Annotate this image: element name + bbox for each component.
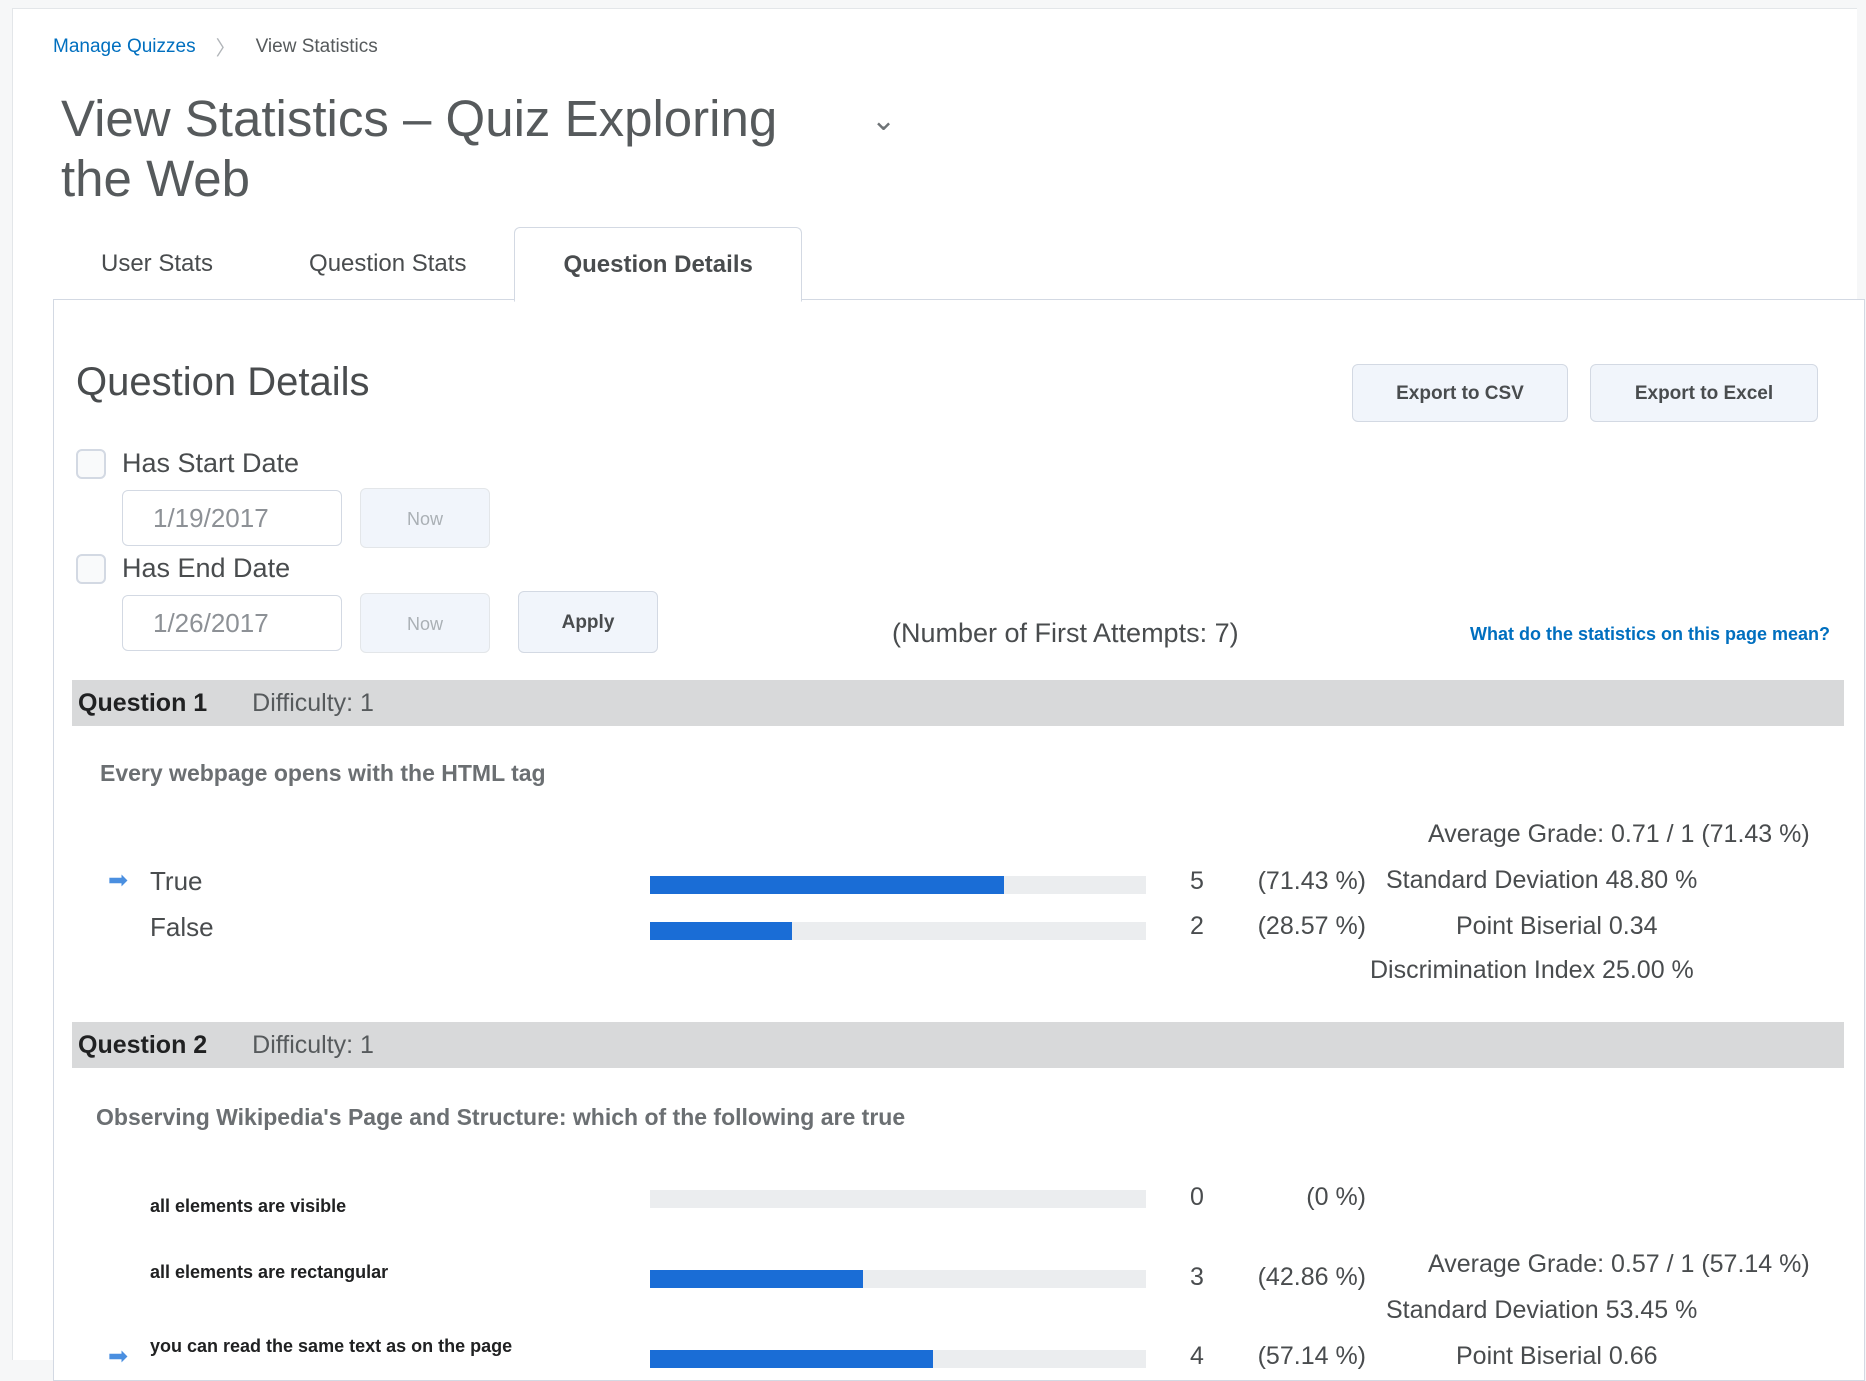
question-header: Question 1 Difficulty: 1 [72,680,1844,726]
breadcrumb-current: View Statistics [255,35,378,57]
point-biserial: Point Biserial 0.66 [1456,1342,1658,1370]
end-date-input[interactable]: 1/26/2017 [122,595,342,651]
tab-question-stats[interactable]: Question Stats [261,227,514,301]
answer-count: 0 [1190,1183,1204,1211]
answer-label: False [150,912,214,942]
answer-bar-fill [650,876,1005,894]
question-difficulty: Difficulty: 1 [252,689,374,717]
page-frame: Manage Quizzes 〉 View Statistics View St… [12,8,1865,1381]
end-date-now-button[interactable]: Now [360,593,490,653]
standard-deviation: Standard Deviation 48.80 % [1386,866,1698,894]
tab-panel: Question Details Export to CSV Export to… [53,299,1865,1381]
answer-count: 2 [1190,912,1204,940]
arrow-right-icon: ➡ [108,1343,129,1370]
answer-label: you can read the same text as on the pag… [150,1336,513,1356]
start-date-input[interactable]: 1/19/2017 [122,490,342,546]
tab-user-stats[interactable]: User Stats [53,227,261,301]
breadcrumb: Manage Quizzes 〉 View Statistics [53,32,378,61]
has-start-date-checkbox[interactable] [76,448,106,479]
export-excel-button[interactable]: Export to Excel [1590,364,1818,422]
answer-percent: (71.43 %) [1257,867,1366,895]
question-number: Question 1 [78,689,208,717]
end-date-row: Has End Date [76,553,290,584]
apply-button[interactable]: Apply [518,591,658,653]
answer-bar [650,1190,1146,1208]
statistics-help-link[interactable]: What do the statistics on this page mean… [1470,624,1830,645]
standard-deviation: Standard Deviation 53.45 % [1386,1296,1698,1324]
breadcrumb-manage-quizzes[interactable]: Manage Quizzes [53,36,196,58]
average-grade: Average Grade: 0.57 / 1 (57.14 %) [1428,1250,1810,1278]
answer-label: True [150,866,203,896]
has-end-date-label: Has End Date [122,553,291,583]
answer-percent: (0 %) [1306,1183,1366,1211]
tab-bar: User Stats Question Stats Question Detai… [53,227,802,302]
page-title: View Statistics – Quiz Exploring the Web [61,90,778,207]
start-date-now-button[interactable]: Now [360,488,490,548]
answer-bar-fill [650,1270,863,1288]
answer-percent: (28.57 %) [1257,912,1366,940]
breadcrumb-separator-icon: 〉 [215,38,236,60]
question-difficulty: Difficulty: 1 [252,1031,374,1059]
question-text: Observing Wikipedia's Page and Structure… [96,1104,906,1130]
has-end-date-checkbox[interactable] [76,553,106,584]
answer-bar-fill [650,1350,934,1368]
point-biserial: Point Biserial 0.34 [1456,912,1658,940]
answer-bar [650,1350,1146,1368]
answer-bar [650,876,1146,894]
answer-bar [650,922,1146,940]
average-grade: Average Grade: 0.71 / 1 (71.43 %) [1428,820,1810,848]
answer-count: 3 [1190,1263,1204,1291]
start-date-row: Has Start Date [76,448,299,479]
has-start-date-label: Has Start Date [122,448,300,478]
question-header: Question 2 Difficulty: 1 [72,1022,1844,1068]
section-title: Question Details [76,360,370,404]
answer-bar [650,1270,1146,1288]
answer-count: 4 [1190,1342,1204,1370]
first-attempts-count: (Number of First Attempts: 7) [892,618,1239,648]
answer-label: all elements are rectangular [150,1262,389,1282]
answer-percent: (42.86 %) [1257,1263,1366,1291]
chevron-down-icon[interactable]: ⌄ [871,103,896,138]
export-csv-button[interactable]: Export to CSV [1352,364,1568,422]
question-text: Every webpage opens with the HTML tag [100,760,546,786]
question-number: Question 2 [78,1031,208,1059]
discrimination-index: Discrimination Index 25.00 % [1370,956,1694,984]
page-title-container: View Statistics – Quiz Exploring the Web [49,87,855,207]
answer-percent: (57.14 %) [1257,1342,1366,1370]
answer-bar-fill [650,922,792,940]
answer-count: 5 [1190,867,1204,895]
answer-label: all elements are visible [150,1196,347,1216]
tab-question-details[interactable]: Question Details [514,227,802,302]
arrow-right-icon: ➡ [108,867,129,894]
